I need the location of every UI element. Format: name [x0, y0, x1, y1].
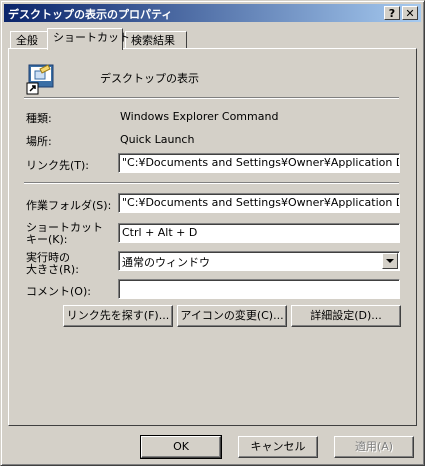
window-title: デスクトップの表示のプロパティ: [8, 8, 173, 21]
type-value: Windows Explorer Command: [120, 110, 279, 123]
chevron-down-icon[interactable]: [382, 253, 398, 269]
comment-label: コメント(O):: [26, 285, 91, 298]
desktop-shortcut-icon: [26, 64, 54, 95]
advanced-button[interactable]: 詳細設定(D)...: [291, 305, 401, 327]
help-button[interactable]: ?: [384, 6, 400, 20]
target-field[interactable]: "C:¥Documents and Settings¥Owner¥Applica…: [118, 153, 400, 173]
location-value: Quick Launch: [120, 133, 195, 146]
close-button[interactable]: ✕: [402, 6, 418, 20]
location-label: 場所:: [26, 135, 52, 148]
start-in-field[interactable]: "C:¥Documents and Settings¥Owner¥Applica…: [118, 193, 400, 213]
shortcut-tab-panel: デスクトップの表示 種類: Windows Explorer Command 場…: [8, 48, 417, 426]
change-icon-button[interactable]: アイコンの変更(C)...: [177, 305, 287, 327]
shortcut-name: デスクトップの表示: [100, 72, 199, 85]
divider: [24, 182, 399, 184]
find-target-button[interactable]: リンク先を探す(F)...: [63, 305, 173, 327]
type-label: 種類:: [26, 112, 52, 125]
start-in-label: 作業フォルダ(S):: [26, 199, 112, 212]
run-select-value: 通常のウィンドウ: [122, 256, 210, 269]
ok-button[interactable]: OK: [140, 435, 222, 459]
comment-field[interactable]: [118, 279, 400, 299]
apply-button[interactable]: 適用(A): [334, 436, 414, 458]
run-label-line2: 大きさ(R):: [26, 263, 79, 276]
hotkey-label-line2: キー(K):: [26, 233, 68, 246]
title-bar[interactable]: デスクトップの表示のプロパティ ? ✕: [4, 4, 421, 22]
run-select[interactable]: 通常のウィンドウ: [118, 251, 400, 271]
properties-dialog: デスクトップの表示のプロパティ ? ✕ 全般 ショートカット 検索結果 デスクト…: [0, 0, 425, 466]
target-label: リンク先(T):: [26, 159, 90, 172]
hotkey-field[interactable]: Ctrl + Alt + D: [118, 223, 400, 243]
tab-general[interactable]: 全般: [10, 31, 48, 49]
tab-find-target[interactable]: 検索結果: [125, 31, 187, 49]
divider: [24, 97, 399, 99]
tab-shortcut[interactable]: ショートカット: [47, 28, 130, 50]
cancel-button[interactable]: キャンセル: [238, 436, 318, 458]
